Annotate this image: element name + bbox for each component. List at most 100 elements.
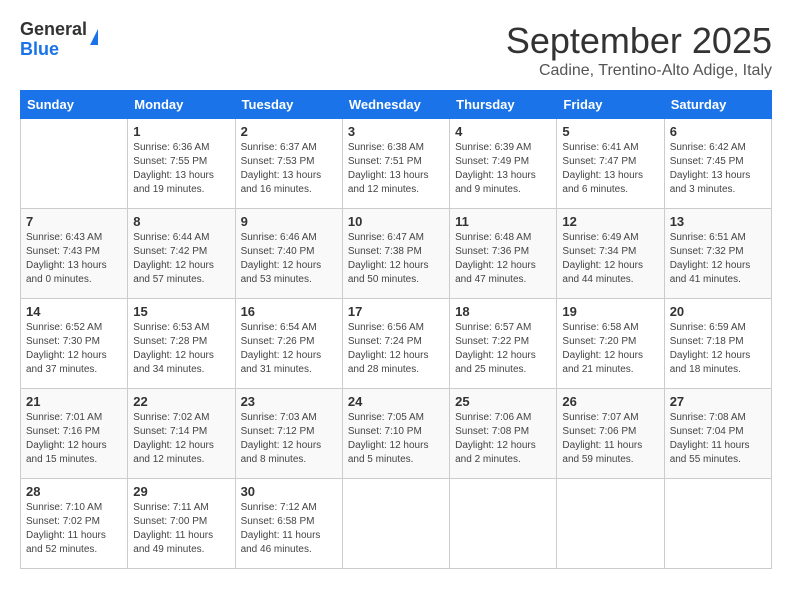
day-number: 7 [26, 214, 122, 229]
day-number: 2 [241, 124, 337, 139]
day-number: 25 [455, 394, 551, 409]
day-number: 30 [241, 484, 337, 499]
day-detail: Sunrise: 6:39 AMSunset: 7:49 PMDaylight:… [455, 141, 551, 197]
day-detail: Sunrise: 7:06 AMSunset: 7:08 PMDaylight:… [455, 411, 551, 467]
day-number: 28 [26, 484, 122, 499]
day-detail: Sunrise: 7:12 AMSunset: 6:58 PMDaylight:… [241, 501, 337, 557]
calendar-cell: 22Sunrise: 7:02 AMSunset: 7:14 PMDayligh… [128, 389, 235, 479]
day-number: 5 [562, 124, 658, 139]
day-detail: Sunrise: 6:53 AMSunset: 7:28 PMDaylight:… [133, 321, 229, 377]
calendar-cell: 9 Sunrise: 6:46 AMSunset: 7:40 PMDaylight… [235, 209, 342, 299]
calendar-cell: 3Sunrise: 6:38 AMSunset: 7:51 PMDaylight… [342, 119, 449, 209]
day-number: 27 [670, 394, 766, 409]
calendar-cell: 15 Sunrise: 6:53 AMSunset: 7:28 PMDayligh… [128, 299, 235, 389]
calendar-cell: 29 Sunrise: 7:11 AMSunset: 7:00 PMDayligh… [128, 479, 235, 569]
day-detail: Sunrise: 6:46 AMSunset: 7:40 PMDaylight:… [241, 231, 337, 287]
week-row-1: 7 Sunrise: 6:43 AMSunset: 7:43 PMDaylight… [21, 209, 772, 299]
header-friday: Friday [557, 91, 664, 119]
day-number: 21 [26, 394, 122, 409]
day-detail: Sunrise: 7:10 AMSunset: 7:02 PMDaylight:… [26, 501, 122, 557]
week-row-2: 14Sunrise: 6:52 AMSunset: 7:30 PMDayligh… [21, 299, 772, 389]
calendar-cell: 16Sunrise: 6:54 AMSunset: 7:26 PMDayligh… [235, 299, 342, 389]
calendar-cell: 4Sunrise: 6:39 AMSunset: 7:49 PMDaylight… [450, 119, 557, 209]
day-number: 17 [348, 304, 444, 319]
day-number: 14 [26, 304, 122, 319]
day-number: 29 [133, 484, 229, 499]
calendar-cell [21, 119, 128, 209]
day-detail: Sunrise: 7:11 AMSunset: 7:00 PMDaylight:… [133, 501, 229, 557]
calendar-cell: 8Sunrise: 6:44 AMSunset: 7:42 PMDaylight… [128, 209, 235, 299]
calendar-cell: 27 Sunrise: 7:08 AMSunset: 7:04 PMDayligh… [664, 389, 771, 479]
day-detail: Sunrise: 6:49 AMSunset: 7:34 PMDaylight:… [562, 231, 658, 287]
header-monday: Monday [128, 91, 235, 119]
week-row-4: 28 Sunrise: 7:10 AMSunset: 7:02 PMDayligh… [21, 479, 772, 569]
day-detail: Sunrise: 7:02 AMSunset: 7:14 PMDaylight:… [133, 411, 229, 467]
calendar-subtitle: Cadine, Trentino-Alto Adige, Italy [506, 62, 772, 80]
calendar-cell: 11Sunrise: 6:48 AMSunset: 7:36 PMDayligh… [450, 209, 557, 299]
day-detail: Sunrise: 6:43 AMSunset: 7:43 PMDaylight:… [26, 231, 122, 287]
calendar-cell: 10Sunrise: 6:47 AMSunset: 7:38 PMDayligh… [342, 209, 449, 299]
logo-text: General Blue [20, 20, 87, 60]
day-detail: Sunrise: 7:03 AMSunset: 7:12 PMDaylight:… [241, 411, 337, 467]
page-header: General Blue September 2025 Cadine, Tren… [20, 20, 772, 80]
day-number: 12 [562, 214, 658, 229]
logo: General Blue [20, 20, 98, 60]
calendar-cell: 30 Sunrise: 7:12 AMSunset: 6:58 PMDayligh… [235, 479, 342, 569]
calendar-cell: 26 Sunrise: 7:07 AMSunset: 7:06 PMDayligh… [557, 389, 664, 479]
day-detail: Sunrise: 6:37 AMSunset: 7:53 PMDaylight:… [241, 141, 337, 197]
calendar-cell: 17 Sunrise: 6:56 AMSunset: 7:24 PMDayligh… [342, 299, 449, 389]
day-number: 9 [241, 214, 337, 229]
calendar-cell: 25 Sunrise: 7:06 AMSunset: 7:08 PMDayligh… [450, 389, 557, 479]
calendar-cell: 14Sunrise: 6:52 AMSunset: 7:30 PMDayligh… [21, 299, 128, 389]
calendar-cell [342, 479, 449, 569]
header-sunday: Sunday [21, 91, 128, 119]
calendar-cell: 1 Sunrise: 6:36 AMSunset: 7:55 PMDaylight… [128, 119, 235, 209]
calendar-cell: 23 Sunrise: 7:03 AMSunset: 7:12 PMDayligh… [235, 389, 342, 479]
calendar-cell: 24 Sunrise: 7:05 AMSunset: 7:10 PMDayligh… [342, 389, 449, 479]
day-detail: Sunrise: 6:57 AMSunset: 7:22 PMDaylight:… [455, 321, 551, 377]
day-detail: Sunrise: 6:36 AMSunset: 7:55 PMDaylight:… [133, 141, 229, 197]
header-thursday: Thursday [450, 91, 557, 119]
header-tuesday: Tuesday [235, 91, 342, 119]
calendar-cell: 21 Sunrise: 7:01 AMSunset: 7:16 PMDayligh… [21, 389, 128, 479]
day-detail: Sunrise: 7:08 AMSunset: 7:04 PMDaylight:… [670, 411, 766, 467]
day-detail: Sunrise: 7:01 AMSunset: 7:16 PMDaylight:… [26, 411, 122, 467]
calendar-cell: 12 Sunrise: 6:49 AMSunset: 7:34 PMDayligh… [557, 209, 664, 299]
day-detail: Sunrise: 6:56 AMSunset: 7:24 PMDaylight:… [348, 321, 444, 377]
week-row-0: 1 Sunrise: 6:36 AMSunset: 7:55 PMDaylight… [21, 119, 772, 209]
day-number: 24 [348, 394, 444, 409]
calendar-cell: 2 Sunrise: 6:37 AMSunset: 7:53 PMDaylight… [235, 119, 342, 209]
calendar-cell: 20Sunrise: 6:59 AMSunset: 7:18 PMDayligh… [664, 299, 771, 389]
day-detail: Sunrise: 6:51 AMSunset: 7:32 PMDaylight:… [670, 231, 766, 287]
calendar-cell: 5 Sunrise: 6:41 AMSunset: 7:47 PMDaylight… [557, 119, 664, 209]
day-detail: Sunrise: 6:54 AMSunset: 7:26 PMDaylight:… [241, 321, 337, 377]
day-number: 8 [133, 214, 229, 229]
calendar-cell: 28 Sunrise: 7:10 AMSunset: 7:02 PMDayligh… [21, 479, 128, 569]
day-detail: Sunrise: 6:58 AMSunset: 7:20 PMDaylight:… [562, 321, 658, 377]
day-number: 10 [348, 214, 444, 229]
calendar-title: September 2025 [506, 20, 772, 62]
day-number: 26 [562, 394, 658, 409]
calendar-table: SundayMondayTuesdayWednesdayThursdayFrid… [20, 90, 772, 569]
day-number: 1 [133, 124, 229, 139]
day-number: 15 [133, 304, 229, 319]
logo-icon [90, 29, 98, 45]
day-detail: Sunrise: 7:05 AMSunset: 7:10 PMDaylight:… [348, 411, 444, 467]
calendar-cell [664, 479, 771, 569]
calendar-cell [557, 479, 664, 569]
day-number: 13 [670, 214, 766, 229]
logo-general: General [20, 20, 87, 40]
day-number: 11 [455, 214, 551, 229]
calendar-cell: 18Sunrise: 6:57 AMSunset: 7:22 PMDayligh… [450, 299, 557, 389]
day-number: 23 [241, 394, 337, 409]
week-row-3: 21 Sunrise: 7:01 AMSunset: 7:16 PMDayligh… [21, 389, 772, 479]
day-number: 6 [670, 124, 766, 139]
day-detail: Sunrise: 6:42 AMSunset: 7:45 PMDaylight:… [670, 141, 766, 197]
calendar-cell: 13 Sunrise: 6:51 AMSunset: 7:32 PMDayligh… [664, 209, 771, 299]
day-number: 19 [562, 304, 658, 319]
day-detail: Sunrise: 7:07 AMSunset: 7:06 PMDaylight:… [562, 411, 658, 467]
calendar-cell [450, 479, 557, 569]
calendar-cell: 19 Sunrise: 6:58 AMSunset: 7:20 PMDayligh… [557, 299, 664, 389]
day-detail: Sunrise: 6:38 AMSunset: 7:51 PMDaylight:… [348, 141, 444, 197]
day-detail: Sunrise: 6:41 AMSunset: 7:47 PMDaylight:… [562, 141, 658, 197]
